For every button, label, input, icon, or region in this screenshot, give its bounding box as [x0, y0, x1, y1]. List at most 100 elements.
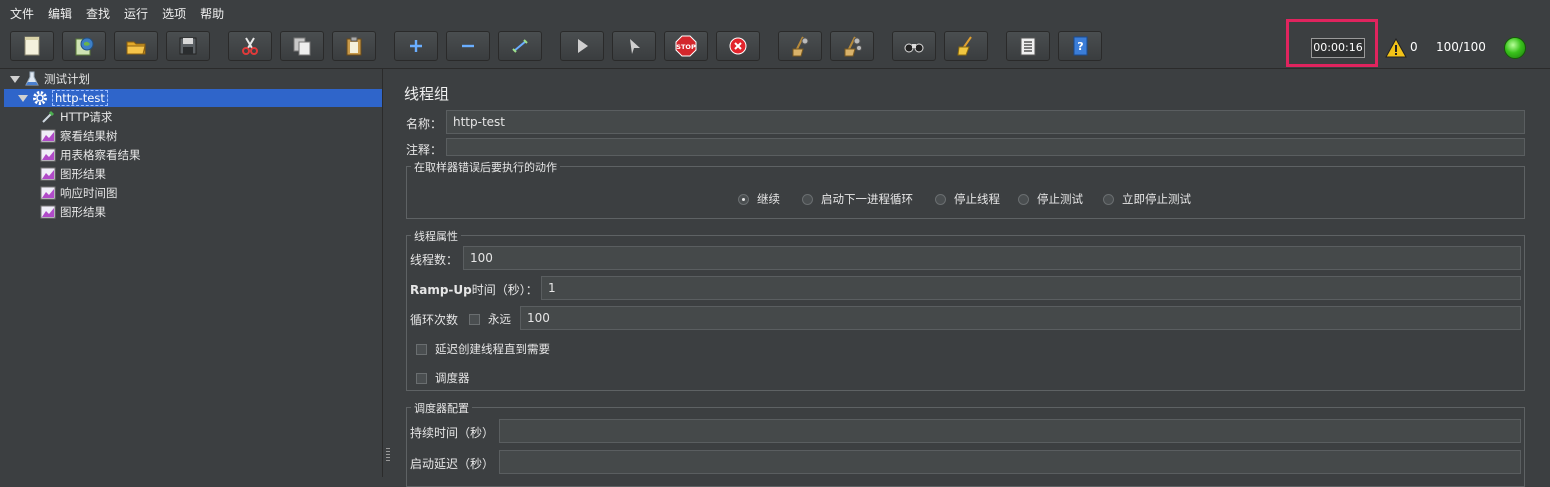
rampup-field[interactable]: 1 — [541, 276, 1521, 300]
flask-icon — [25, 71, 39, 86]
tree-item-label: 用表格察看结果 — [60, 148, 141, 162]
toggle-button[interactable] — [498, 31, 542, 61]
radio-label: 启动下一进程循环 — [821, 192, 913, 206]
radio-label: 停止测试 — [1037, 192, 1083, 206]
tree-item-label: HTTP请求 — [60, 110, 113, 124]
radio-stop-test-now[interactable]: 立即停止测试 — [1103, 191, 1191, 207]
warning-count: 0 — [1410, 40, 1418, 54]
tree-item-label: 图形结果 — [60, 205, 106, 219]
thread-properties-legend: 线程属性 — [411, 228, 461, 244]
warning-icon[interactable] — [1385, 38, 1407, 58]
folder-open-icon — [126, 41, 146, 55]
radio-stop-test[interactable]: 停止测试 — [1018, 191, 1083, 207]
loop-count-field[interactable]: 100 — [520, 306, 1521, 330]
tree-item-listener[interactable]: 图形结果 — [40, 165, 106, 183]
threads-field[interactable]: 100 — [463, 246, 1521, 270]
thread-group-panel: 线程组 名称： http-test 注释： 在取样器错误后要执行的动作 继续 启… — [394, 69, 1536, 487]
checkbox-label: 永远 — [488, 312, 511, 326]
tree-item-listener[interactable]: 用表格察看结果 — [40, 146, 141, 164]
menu-edit[interactable]: 编辑 — [41, 5, 79, 22]
broom-icon — [957, 36, 972, 56]
shutdown-icon — [729, 37, 747, 55]
tree-item-listener[interactable]: 察看结果树 — [40, 127, 118, 145]
tree-item-label: 图形结果 — [60, 167, 106, 181]
tree-item-thread-group[interactable]: http-test — [4, 89, 382, 107]
threads-label: 线程数： — [410, 253, 459, 267]
comment-label: 注释： — [406, 143, 443, 157]
wand-icon — [512, 39, 528, 53]
radio-icon[interactable] — [1103, 193, 1114, 205]
checkbox-icon[interactable] — [416, 343, 427, 355]
tree-item-http-request[interactable]: HTTP请求 — [40, 108, 112, 126]
reset-search-button[interactable] — [944, 31, 988, 61]
name-label: 名称： — [406, 117, 443, 131]
templates-button[interactable] — [62, 31, 106, 61]
delay-thread-creation-checkbox[interactable]: 延迟创建线程直到需要 — [416, 341, 550, 357]
panel-title: 线程组 — [404, 85, 450, 103]
tree-item-test-plan[interactable]: 测试计划 — [10, 70, 90, 88]
menu-search[interactable]: 查找 — [79, 5, 117, 22]
stop-button[interactable]: STOP — [664, 31, 708, 61]
paste-button[interactable] — [332, 31, 376, 61]
radio-stop-thread[interactable]: 停止线程 — [935, 191, 1000, 207]
scheduler-config-legend: 调度器配置 — [411, 400, 472, 416]
tree-item-label: 察看结果树 — [60, 129, 118, 143]
expand-arrow-icon[interactable] — [10, 75, 20, 83]
name-field[interactable]: http-test — [446, 110, 1525, 134]
shutdown-button[interactable] — [716, 31, 760, 61]
scheduler-checkbox[interactable]: 调度器 — [416, 370, 470, 386]
play-icon — [578, 39, 588, 53]
graph-listener-icon — [40, 186, 56, 200]
expand-arrow-icon[interactable] — [18, 94, 28, 102]
drag-grip-icon[interactable] — [386, 448, 390, 462]
function-helper-button[interactable] — [1006, 31, 1050, 61]
collapse-button[interactable] — [446, 31, 490, 61]
radio-label: 继续 — [757, 192, 780, 206]
radio-start-next-loop[interactable]: 启动下一进程循环 — [802, 191, 913, 207]
save-button[interactable] — [166, 31, 210, 61]
stop-sign-icon: STOP — [675, 35, 697, 57]
plus-icon — [410, 40, 422, 52]
start-no-pause-button[interactable] — [612, 31, 656, 61]
comment-field[interactable] — [446, 138, 1525, 156]
checkbox-label: 调度器 — [435, 371, 470, 385]
running-indicator-icon — [1504, 37, 1526, 59]
rampup-label-rest: 时间（秒）： — [471, 283, 538, 297]
clear-all-button[interactable] — [830, 31, 874, 61]
menu-options[interactable]: 选项 — [155, 5, 193, 22]
forever-checkbox[interactable]: 永远 — [469, 311, 511, 327]
scissors-icon — [242, 37, 258, 55]
tree-item-listener[interactable]: 响应时间图 — [40, 184, 118, 202]
startup-delay-label: 启动延迟（秒） — [410, 457, 495, 471]
radio-icon[interactable] — [1018, 193, 1029, 205]
expand-button[interactable] — [394, 31, 438, 61]
radio-selected-icon[interactable] — [738, 193, 749, 205]
checkbox-icon[interactable] — [416, 372, 427, 384]
duration-label: 持续时间（秒） — [410, 426, 495, 440]
menu-file[interactable]: 文件 — [0, 5, 41, 22]
radio-continue[interactable]: 继续 — [738, 191, 780, 207]
search-button[interactable] — [892, 31, 936, 61]
new-button[interactable] — [10, 31, 54, 61]
menu-run[interactable]: 运行 — [117, 5, 155, 22]
tree-item-listener[interactable]: 图形结果 — [40, 203, 106, 221]
startup-delay-field[interactable] — [499, 450, 1521, 474]
stop-text: STOP — [676, 43, 696, 51]
radio-icon[interactable] — [802, 193, 813, 205]
start-button[interactable] — [560, 31, 604, 61]
copy-button[interactable] — [280, 31, 324, 61]
checkbox-label: 延迟创建线程直到需要 — [435, 342, 550, 356]
checkbox-icon[interactable] — [469, 313, 480, 325]
templates-icon — [75, 37, 94, 56]
clear-button[interactable] — [778, 31, 822, 61]
active-threads: 100/100 — [1436, 40, 1486, 54]
open-button[interactable] — [114, 31, 158, 61]
split-pane-divider[interactable] — [384, 69, 392, 477]
duration-field[interactable] — [499, 419, 1521, 443]
radio-icon[interactable] — [935, 193, 946, 205]
menu-help[interactable]: 帮助 — [193, 5, 231, 22]
help-button[interactable]: ? — [1058, 31, 1102, 61]
tree-item-label: http-test — [52, 90, 108, 106]
cut-button[interactable] — [228, 31, 272, 61]
graph-listener-icon — [40, 205, 56, 219]
